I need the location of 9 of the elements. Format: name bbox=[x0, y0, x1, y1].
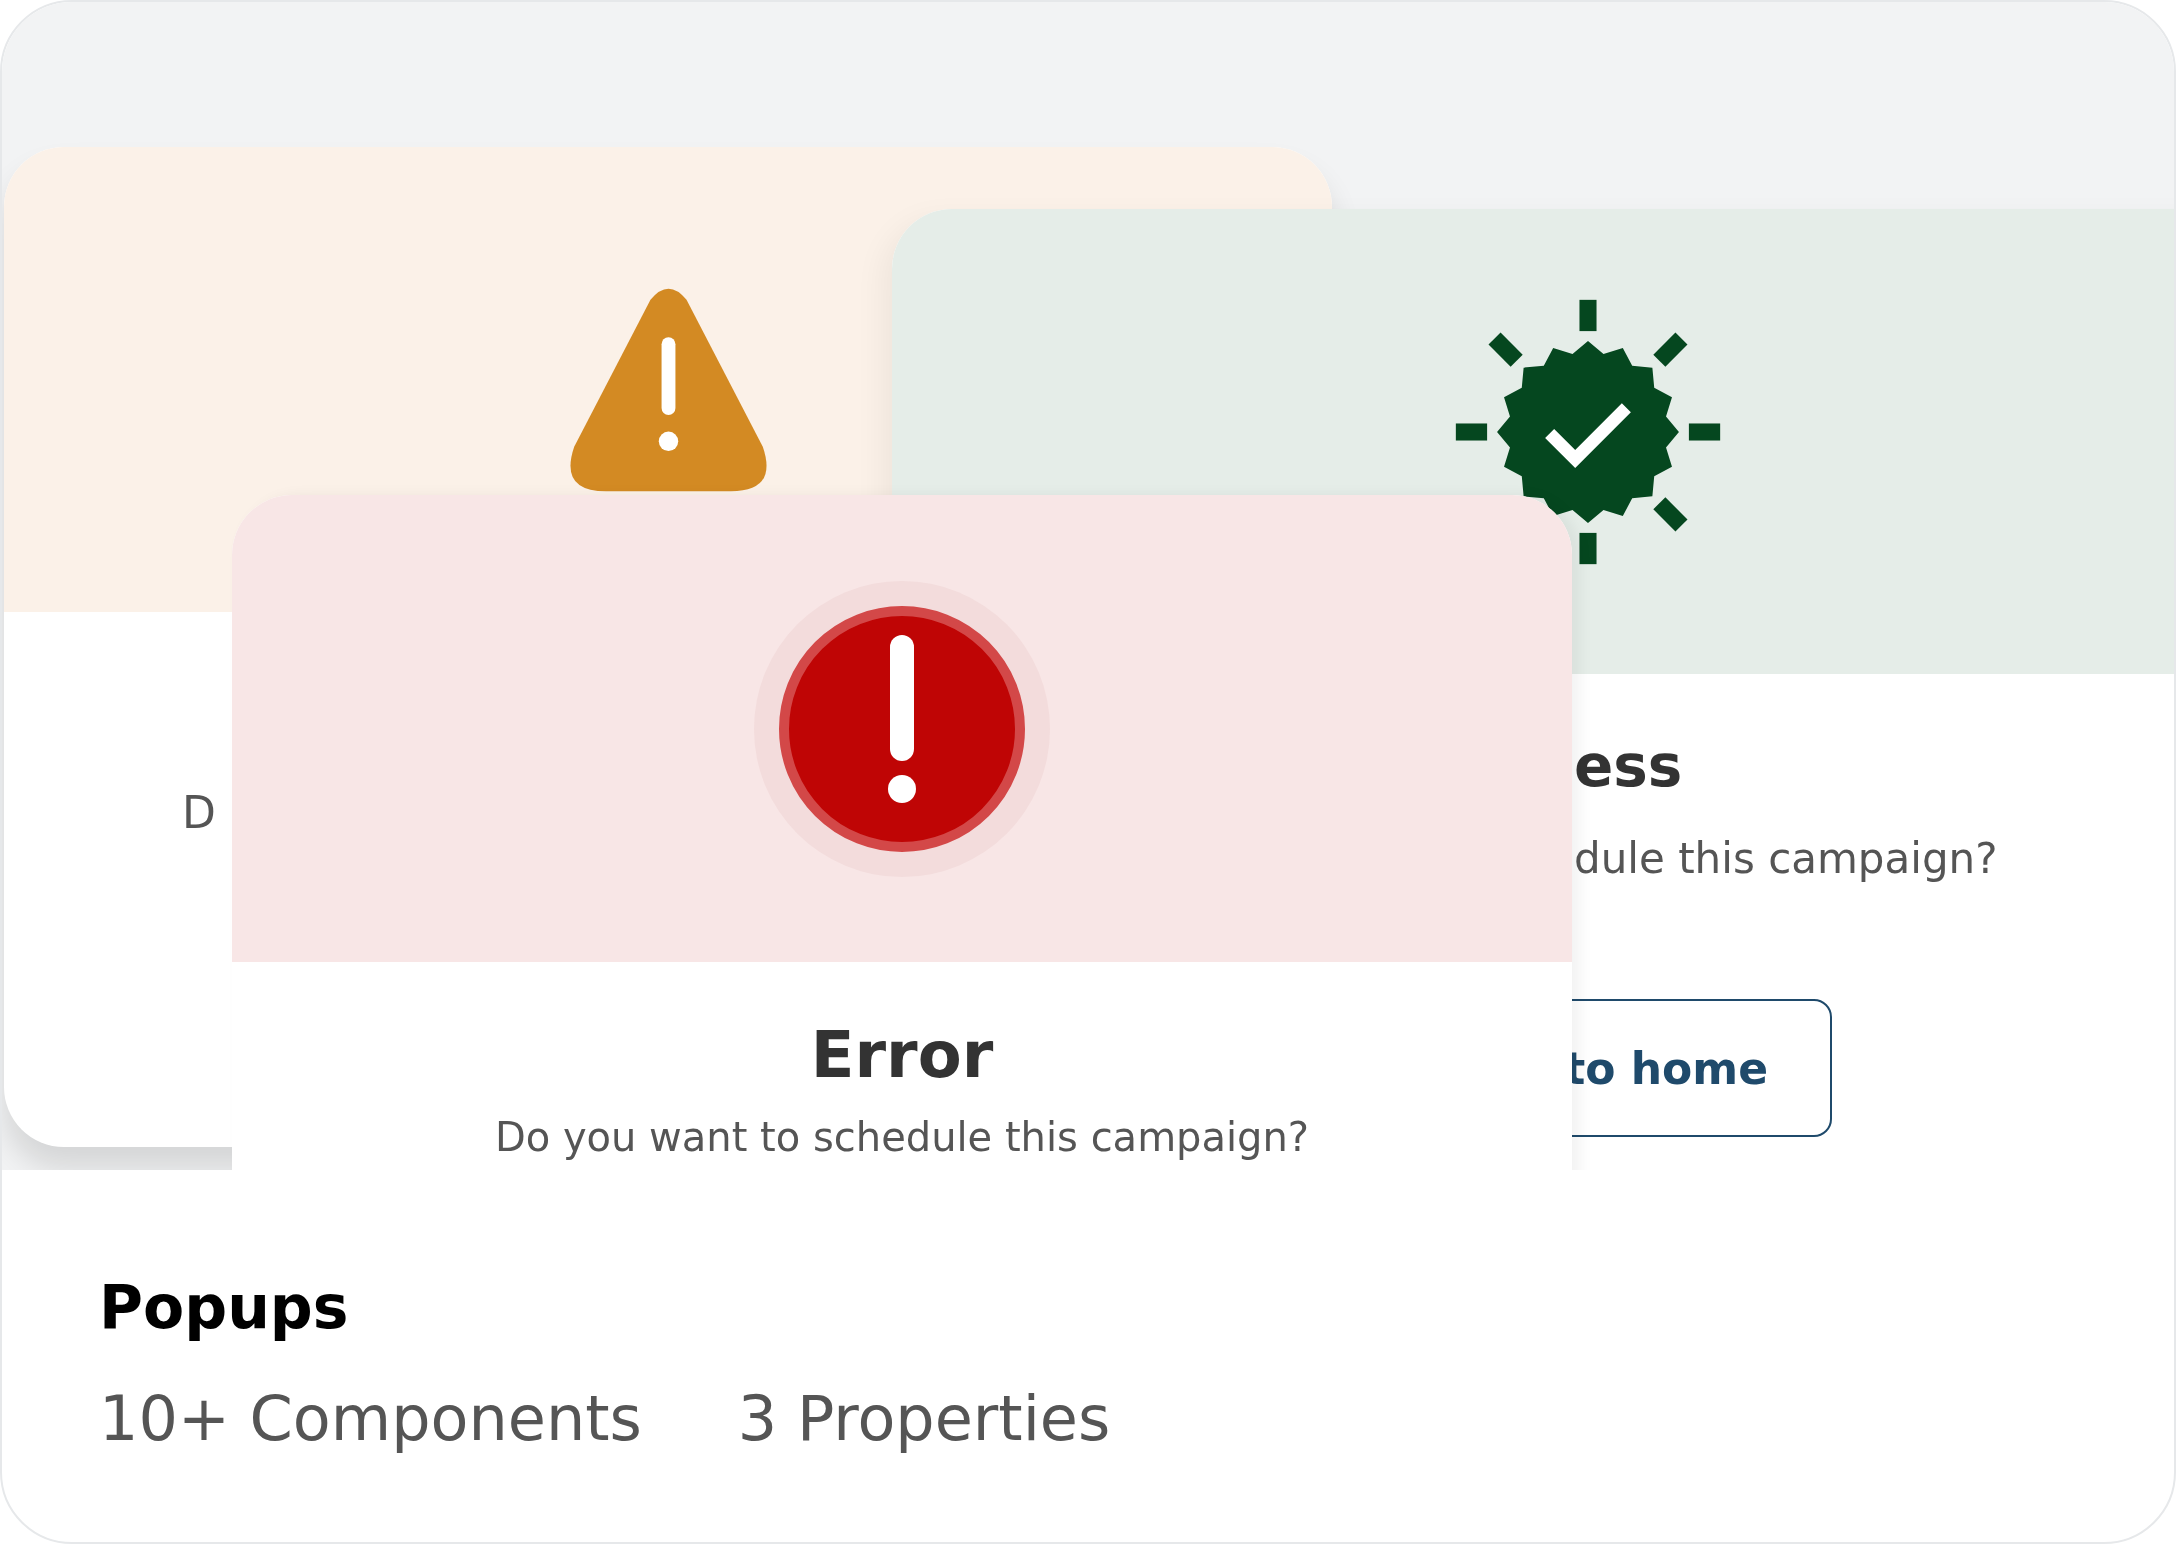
stat-label: 10+ Components bbox=[99, 1382, 642, 1455]
popup-title: ess bbox=[1574, 732, 1684, 800]
popup-message: Do you want to schedule this campaign? bbox=[494, 1114, 1310, 1160]
alert-icon bbox=[752, 578, 1052, 879]
component-title: Popups bbox=[99, 1272, 350, 1342]
stat-label: 3 Properties bbox=[737, 1382, 1111, 1455]
popup-title: Error bbox=[810, 1018, 994, 1092]
popup-message: D bbox=[182, 787, 217, 838]
popup-message: dule this campaign? bbox=[1574, 834, 1999, 883]
